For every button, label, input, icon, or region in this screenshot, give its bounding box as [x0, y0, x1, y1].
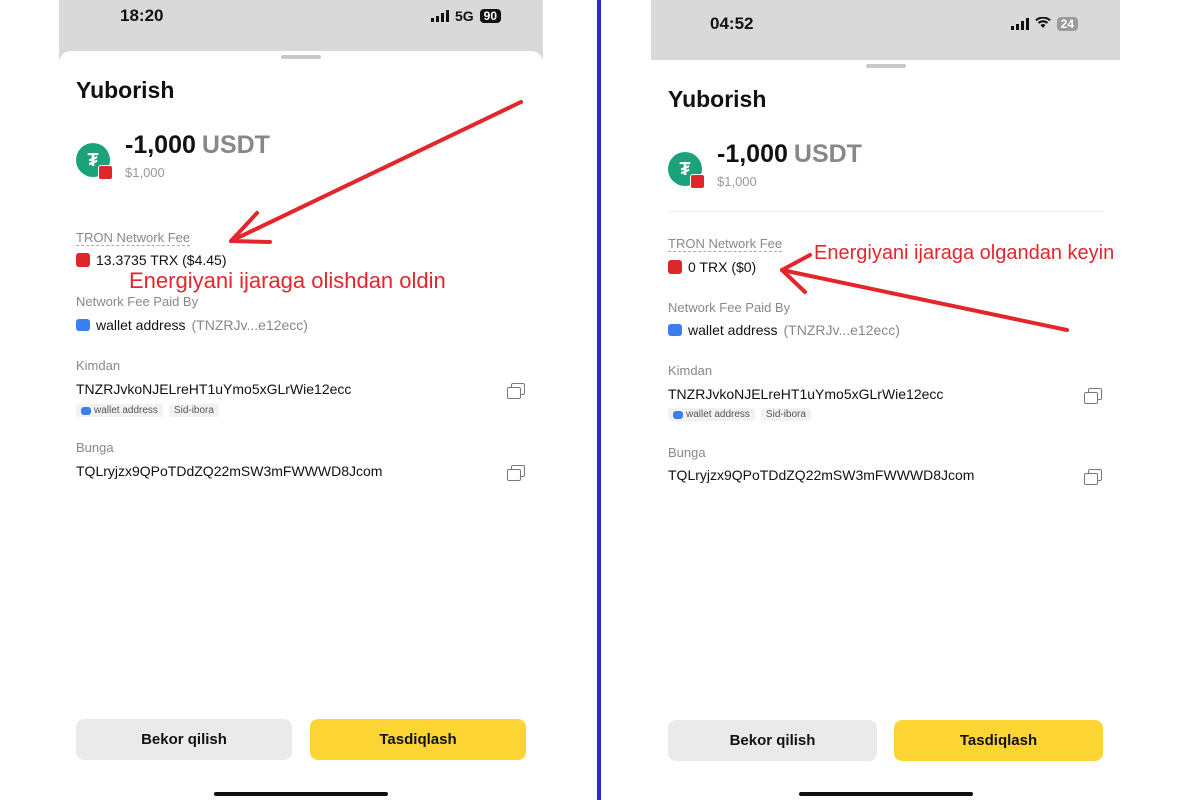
annotation-after: Energiyani ijaraga olgandan keyin	[814, 242, 1115, 264]
annotation-before: Energiyani ijaraga olishdan oldin	[129, 268, 446, 293]
arrow-after	[780, 253, 1069, 332]
arrow-before	[229, 100, 523, 244]
annotation-arrows	[229, 100, 1069, 332]
